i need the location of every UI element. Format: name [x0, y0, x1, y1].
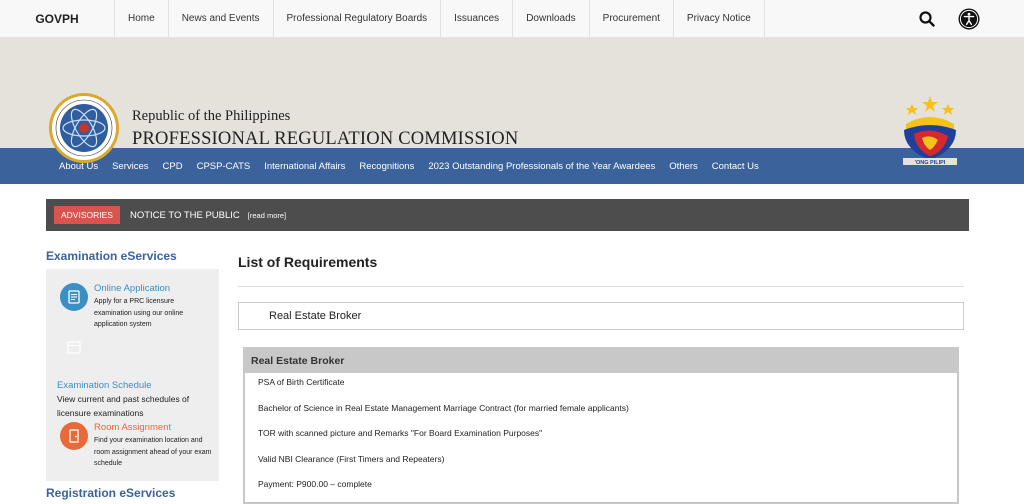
room-assignment-desc: Find your examination location and room … [94, 437, 212, 467]
exam-schedule-link[interactable]: Examination Schedule [57, 380, 207, 391]
bagong-pilipinas-logo: 'ONG PILIPI [900, 94, 960, 166]
page-title: List of Requirements [238, 254, 378, 270]
govph-brand-link[interactable]: GOVPH [0, 0, 115, 38]
govph-topbar: GOVPH Home News and Events Professional … [0, 0, 1024, 38]
requirement-item: Payment: P900.00 – complete [258, 479, 372, 490]
examination-eservices-panel: Online Application Apply for a PRC licen… [46, 269, 219, 481]
online-application-desc: Apply for a PRC licensure examination us… [94, 298, 184, 328]
nav-cpsp-cats[interactable]: CPSP-CATS [190, 161, 258, 172]
nav-recognitions[interactable]: Recognitions [352, 161, 421, 172]
online-application-item[interactable]: Online Application Apply for a PRC licen… [60, 283, 204, 331]
requirements-panel-title: Real Estate Broker [245, 349, 957, 373]
top-nav-home[interactable]: Home [115, 0, 169, 38]
svg-text:'ONG PILIPI: 'ONG PILIPI [915, 160, 946, 166]
requirement-item: Bachelor of Science in Real Estate Manag… [258, 402, 629, 413]
advisory-bar: ADVISORIES NOTICE TO THE PUBLIC [read mo… [46, 199, 969, 231]
masthead: Republic of the Philippines PROFESSIONAL… [0, 38, 1024, 166]
top-nav-privacy-notice[interactable]: Privacy Notice [674, 0, 765, 38]
requirement-item: TOR with scanned picture and Remarks "Fo… [258, 428, 543, 439]
prc-seal-logo[interactable] [48, 92, 120, 164]
room-assignment-item[interactable]: Room Assignment Find your examination lo… [60, 422, 212, 470]
online-application-link[interactable]: Online Application [94, 283, 204, 294]
top-nav-news-and-events[interactable]: News and Events [169, 0, 274, 38]
profession-select[interactable]: Real Estate Broker [238, 302, 964, 330]
title-divider [238, 286, 964, 287]
top-nav: Home News and Events Professional Regula… [115, 0, 765, 38]
calendar-icon [66, 339, 82, 360]
requirement-item: PSA of Birth Certificate [258, 377, 345, 387]
examination-eservices-heading: Examination eServices [46, 249, 177, 263]
top-nav-professional-regulatory-boards[interactable]: Professional Regulatory Boards [274, 0, 442, 38]
search-icon[interactable] [916, 8, 938, 30]
advisory-read-more-link[interactable]: [read more] [248, 211, 286, 220]
nav-others[interactable]: Others [662, 161, 705, 172]
top-nav-issuances[interactable]: Issuances [441, 0, 514, 38]
nav-cpd[interactable]: CPD [156, 161, 190, 172]
top-nav-downloads[interactable]: Downloads [513, 0, 590, 38]
nav-international-affairs[interactable]: International Affairs [257, 161, 352, 172]
nav-contact-us[interactable]: Contact Us [705, 161, 766, 172]
advisory-text[interactable]: NOTICE TO THE PUBLIC [130, 210, 240, 221]
registration-eservices-heading: Registration eServices [46, 486, 176, 500]
application-form-icon [60, 283, 88, 311]
room-assignment-link[interactable]: Room Assignment [94, 422, 212, 433]
door-icon [60, 422, 88, 450]
accessibility-icon[interactable] [958, 8, 980, 30]
advisories-badge: ADVISORIES [54, 206, 120, 224]
agency-subtitle: Republic of the Philippines [132, 108, 291, 124]
main-nav: About Us Services CPD CPSP-CATS Internat… [0, 148, 1024, 184]
exam-schedule-item[interactable]: Examination Schedule View current and pa… [57, 380, 207, 420]
requirement-item: Valid NBI Clearance (First Timers and Re… [258, 453, 445, 464]
requirements-list: PSA of Birth Certificate Bachelor of Sci… [245, 373, 957, 501]
agency-title: PROFESSIONAL REGULATION COMMISSION [132, 129, 519, 149]
top-nav-procurement[interactable]: Procurement [590, 0, 674, 38]
nav-2023-outstanding-professionals[interactable]: 2023 Outstanding Professionals of the Ye… [421, 161, 662, 172]
requirements-panel: Real Estate Broker PSA of Birth Certific… [243, 347, 959, 504]
exam-schedule-desc: View current and past schedules of licen… [57, 394, 190, 418]
